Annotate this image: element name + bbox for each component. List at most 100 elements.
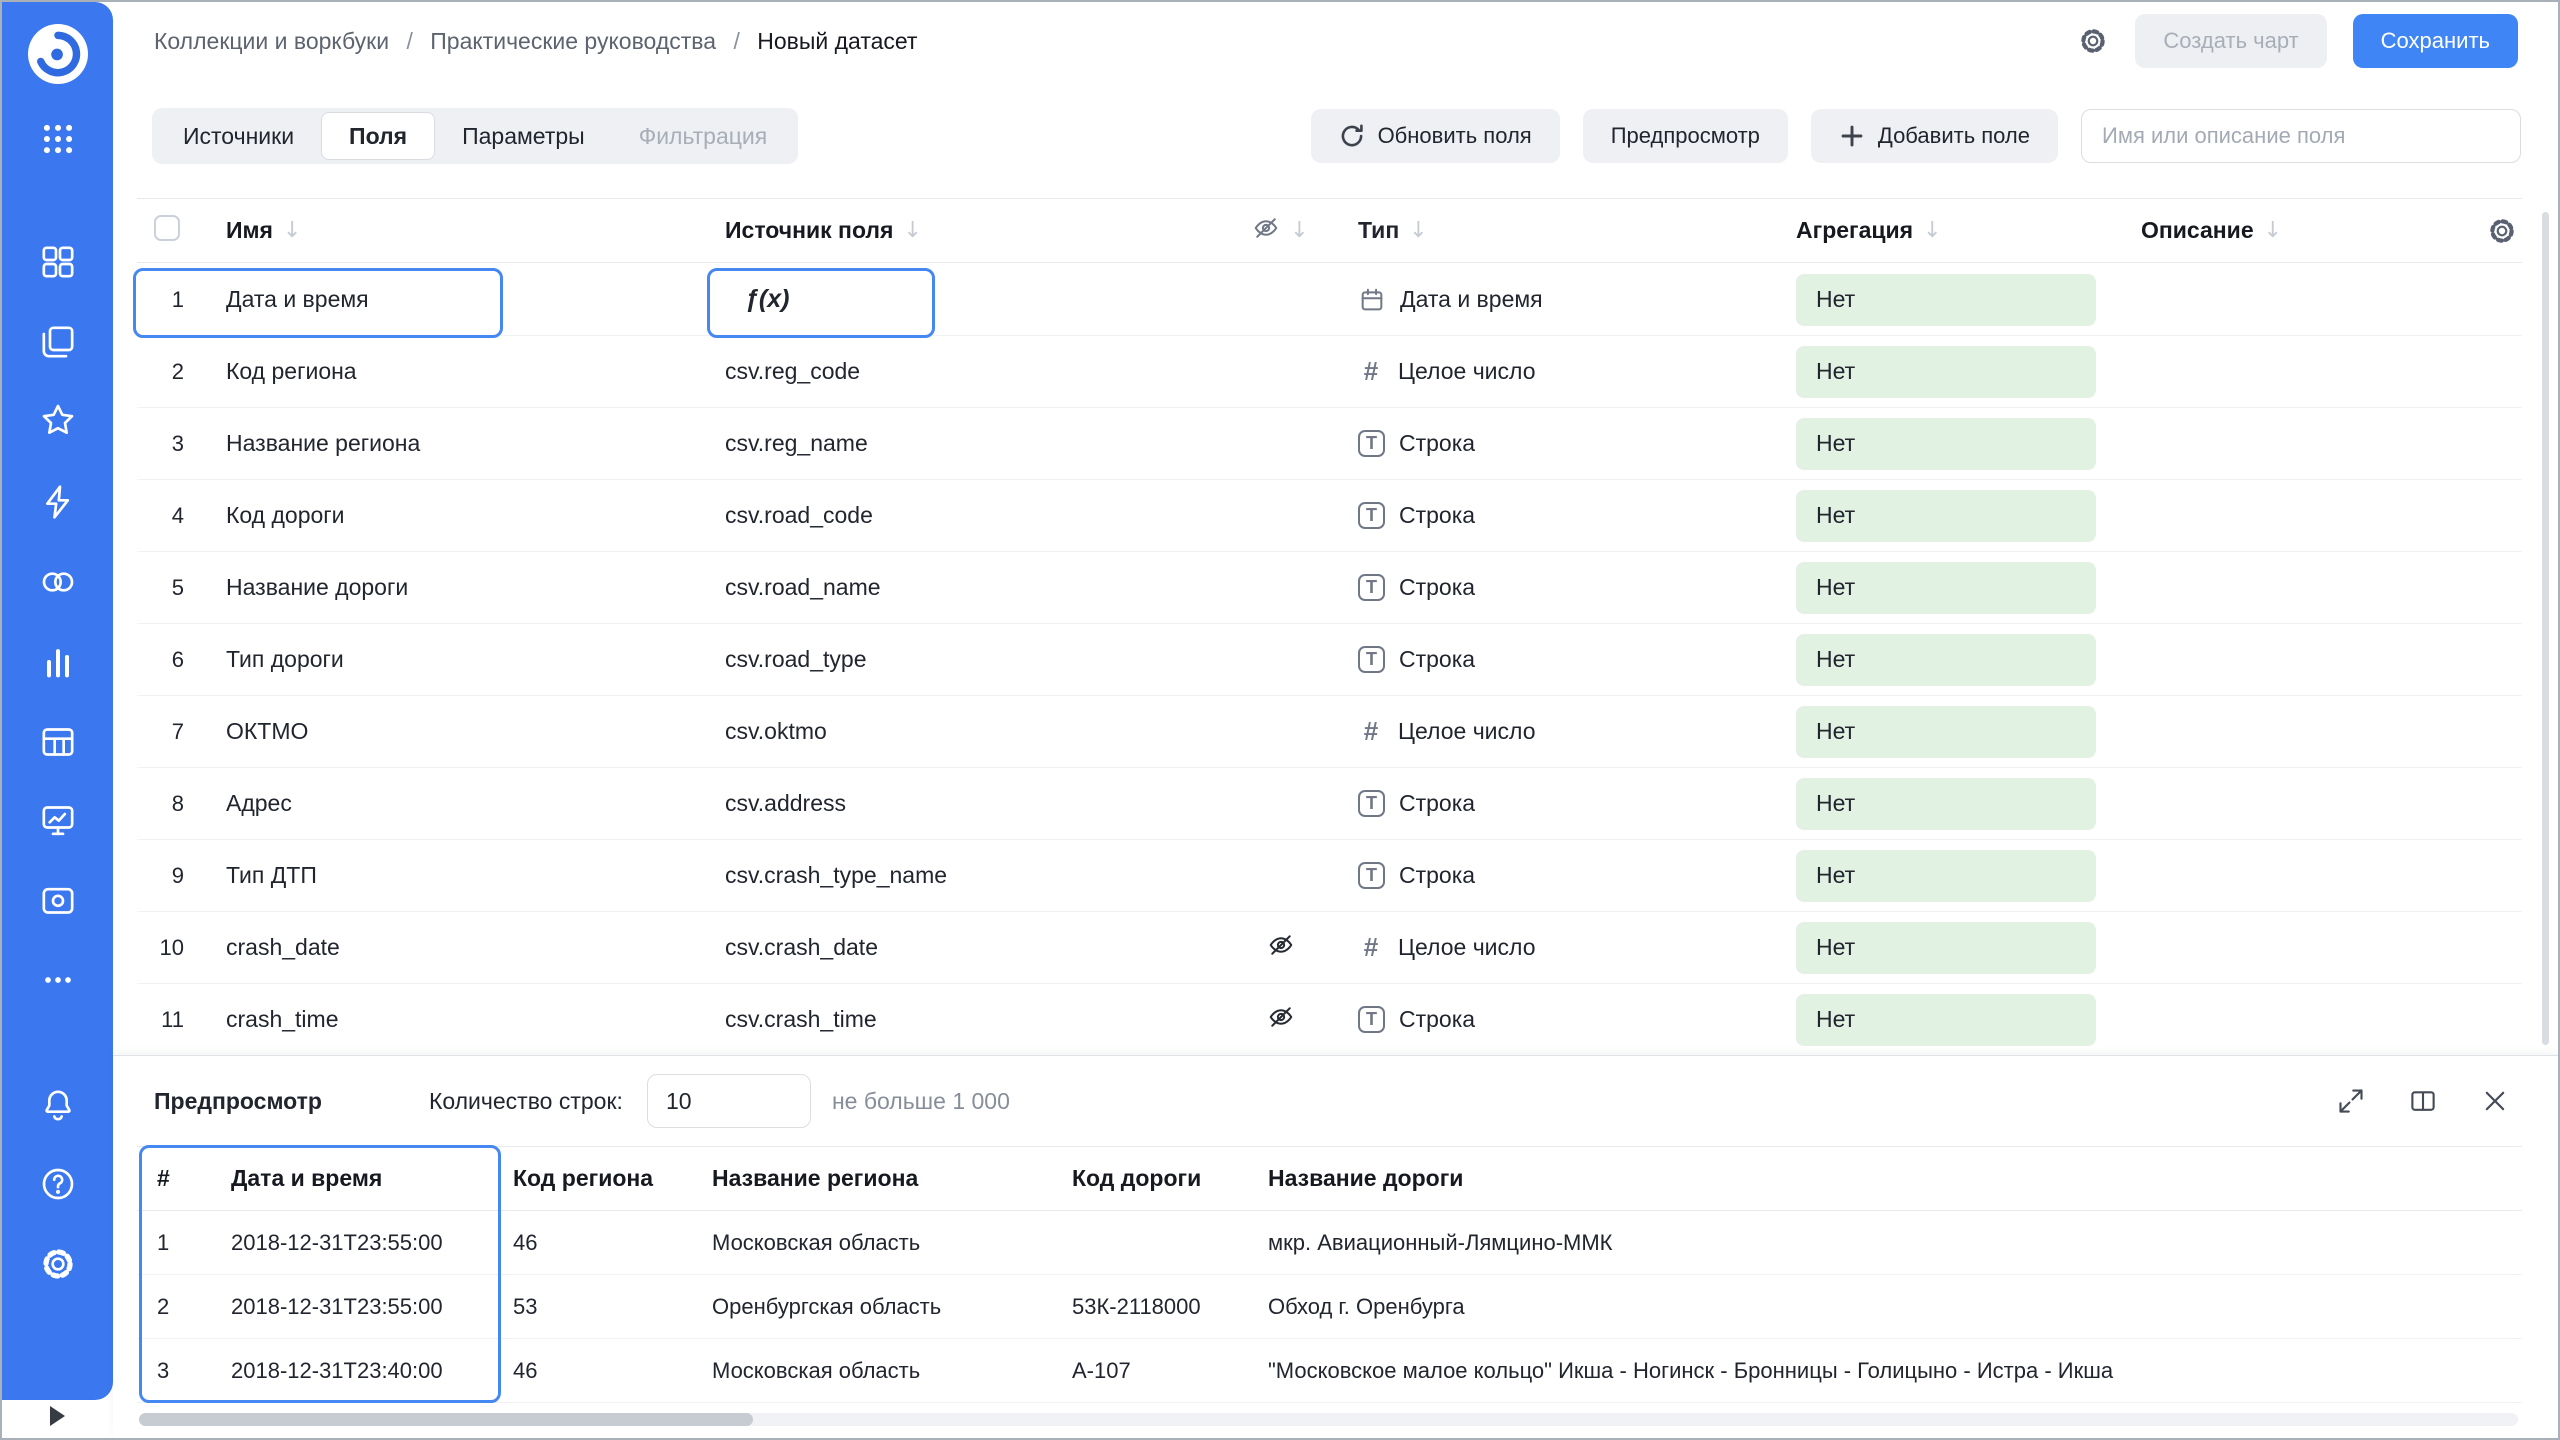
tab-fields[interactable]: Поля	[321, 112, 435, 160]
field-row[interactable]: 10 crash_date csv.crash_date #Целое числ…	[137, 912, 2522, 984]
field-visibility-cell[interactable]	[1233, 931, 1328, 965]
aggregation-select[interactable]: Нет	[1796, 634, 2096, 686]
breadcrumb-guides[interactable]: Практические руководства	[430, 28, 716, 54]
aggregation-select[interactable]: Нет	[1796, 994, 2096, 1046]
preview-toggle-button[interactable]: Предпросмотр	[1583, 109, 1788, 163]
field-source-cell[interactable]: ƒ(x)	[703, 285, 1233, 314]
field-name-cell[interactable]: ОКТМО	[208, 718, 703, 745]
field-name-cell[interactable]: Тип ДТП	[208, 862, 703, 889]
field-row[interactable]: 3 Название региона csv.reg_name TСтрока …	[137, 408, 2522, 480]
dashboards-monitor-icon[interactable]	[37, 799, 79, 841]
add-field-button[interactable]: Добавить поле	[1811, 109, 2058, 163]
field-source-cell[interactable]: csv.crash_type_name	[703, 862, 1233, 889]
field-type-cell[interactable]: TСтрока	[1328, 574, 1773, 601]
column-header-name[interactable]: Имя	[226, 217, 273, 244]
field-type-cell[interactable]: TСтрока	[1328, 1006, 1773, 1033]
field-row[interactable]: 7 ОКТМО csv.oktmo #Целое число Нет	[137, 696, 2522, 768]
column-header-aggregation[interactable]: Агрегация	[1796, 217, 1913, 244]
tab-sources[interactable]: Источники	[156, 112, 321, 160]
circles-icon[interactable]	[37, 561, 79, 603]
column-header-source[interactable]: Источник поля	[725, 217, 893, 244]
preview-split-view-icon[interactable]	[2408, 1086, 2438, 1116]
field-name-cell[interactable]: Тип дороги	[208, 646, 703, 673]
save-button[interactable]: Сохранить	[2353, 14, 2518, 68]
field-source-cell[interactable]: csv.road_type	[703, 646, 1233, 673]
field-name-cell[interactable]: Код региона	[208, 358, 703, 385]
field-name-cell[interactable]: Адрес	[208, 790, 703, 817]
panel-expand-triangle-icon[interactable]	[50, 1406, 65, 1426]
settings-gear-icon[interactable]	[37, 1243, 79, 1285]
horizontal-scrollbar-track[interactable]	[139, 1413, 2518, 1426]
charts-bar-icon[interactable]	[37, 641, 79, 683]
field-search-input[interactable]	[2081, 109, 2521, 163]
field-source-cell[interactable]: csv.reg_code	[703, 358, 1233, 385]
row-count-input[interactable]	[647, 1074, 811, 1128]
preview-expand-icon[interactable]	[2336, 1086, 2366, 1116]
aggregation-select[interactable]: Нет	[1796, 274, 2096, 326]
field-row[interactable]: 9 Тип ДТП csv.crash_type_name TСтрока Не…	[137, 840, 2522, 912]
field-row[interactable]: 11 crash_time csv.crash_time TСтрока Нет	[137, 984, 2522, 1056]
field-type-cell[interactable]: #Целое число	[1328, 932, 1773, 963]
field-row[interactable]: 2 Код региона csv.reg_code #Целое число …	[137, 336, 2522, 408]
table-settings-gear-icon[interactable]	[2486, 215, 2518, 247]
field-source-cell[interactable]: csv.address	[703, 790, 1233, 817]
field-name-cell[interactable]: Название дороги	[208, 574, 703, 601]
field-name-cell[interactable]: Код дороги	[208, 502, 703, 529]
field-row[interactable]: 1 Дата и время ƒ(x) Дата и время Нет	[137, 264, 2522, 336]
help-question-icon[interactable]	[37, 1163, 79, 1205]
refresh-fields-button[interactable]: Обновить поля	[1311, 109, 1560, 163]
field-source-cell[interactable]: csv.road_name	[703, 574, 1233, 601]
field-source-cell[interactable]: csv.oktmo	[703, 718, 1233, 745]
aggregation-select[interactable]: Нет	[1796, 418, 2096, 470]
datalens-logo[interactable]	[28, 24, 88, 84]
storage-box-icon[interactable]	[37, 879, 79, 921]
more-ellipsis-icon[interactable]	[37, 959, 79, 1001]
field-row[interactable]: 8 Адрес csv.address TСтрока Нет	[137, 768, 2522, 840]
field-row[interactable]: 6 Тип дороги csv.road_type TСтрока Нет	[137, 624, 2522, 696]
field-source-cell[interactable]: csv.crash_time	[703, 1006, 1233, 1033]
field-type-cell[interactable]: TСтрока	[1328, 790, 1773, 817]
column-header-description[interactable]: Описание	[2141, 217, 2254, 244]
collections-icon[interactable]	[37, 241, 79, 283]
datasets-table-icon[interactable]	[37, 721, 79, 763]
field-name-cell[interactable]: crash_date	[208, 934, 703, 961]
aggregation-select[interactable]: Нет	[1796, 922, 2096, 974]
sort-icon[interactable]: ↓	[903, 218, 921, 243]
aggregation-select[interactable]: Нет	[1796, 778, 2096, 830]
breadcrumb-collections[interactable]: Коллекции и воркбуки	[154, 28, 389, 54]
notifications-bell-icon[interactable]	[37, 1085, 79, 1127]
field-type-cell[interactable]: Дата и время	[1328, 286, 1773, 314]
field-row[interactable]: 5 Название дороги csv.road_name TСтрока …	[137, 552, 2522, 624]
sort-icon[interactable]: ↓	[1290, 218, 1308, 243]
aggregation-select[interactable]: Нет	[1796, 490, 2096, 542]
select-all-checkbox[interactable]	[154, 215, 180, 241]
apps-grid-icon[interactable]	[37, 118, 79, 160]
sort-icon[interactable]: ↓	[1409, 218, 1427, 243]
editor-lightning-icon[interactable]	[37, 481, 79, 523]
create-chart-button[interactable]: Создать чарт	[2135, 14, 2326, 68]
sort-icon[interactable]: ↓	[283, 218, 301, 243]
field-type-cell[interactable]: TСтрока	[1328, 862, 1773, 889]
field-name-cell[interactable]: Дата и время	[208, 286, 703, 313]
aggregation-select[interactable]: Нет	[1796, 346, 2096, 398]
field-type-cell[interactable]: #Целое число	[1328, 356, 1773, 387]
field-type-cell[interactable]: TСтрока	[1328, 502, 1773, 529]
field-row[interactable]: 4 Код дороги csv.road_code TСтрока Нет	[137, 480, 2522, 552]
sort-icon[interactable]: ↓	[1923, 218, 1941, 243]
field-type-cell[interactable]: TСтрока	[1328, 646, 1773, 673]
aggregation-select[interactable]: Нет	[1796, 850, 2096, 902]
tab-parameters[interactable]: Параметры	[435, 112, 612, 160]
favorites-star-icon[interactable]	[37, 399, 79, 441]
aggregation-select[interactable]: Нет	[1796, 706, 2096, 758]
horizontal-scrollbar-thumb[interactable]	[139, 1413, 753, 1426]
workbooks-icon[interactable]	[37, 321, 79, 363]
preview-close-icon[interactable]	[2480, 1086, 2510, 1116]
field-source-cell[interactable]: csv.reg_name	[703, 430, 1233, 457]
field-visibility-cell[interactable]	[1233, 1003, 1328, 1037]
dataset-settings-gear-icon[interactable]	[2077, 25, 2109, 57]
column-header-type[interactable]: Тип	[1358, 217, 1399, 244]
field-source-cell[interactable]: csv.road_code	[703, 502, 1233, 529]
sort-icon[interactable]: ↓	[2264, 218, 2282, 243]
field-name-cell[interactable]: crash_time	[208, 1006, 703, 1033]
field-type-cell[interactable]: #Целое число	[1328, 716, 1773, 747]
